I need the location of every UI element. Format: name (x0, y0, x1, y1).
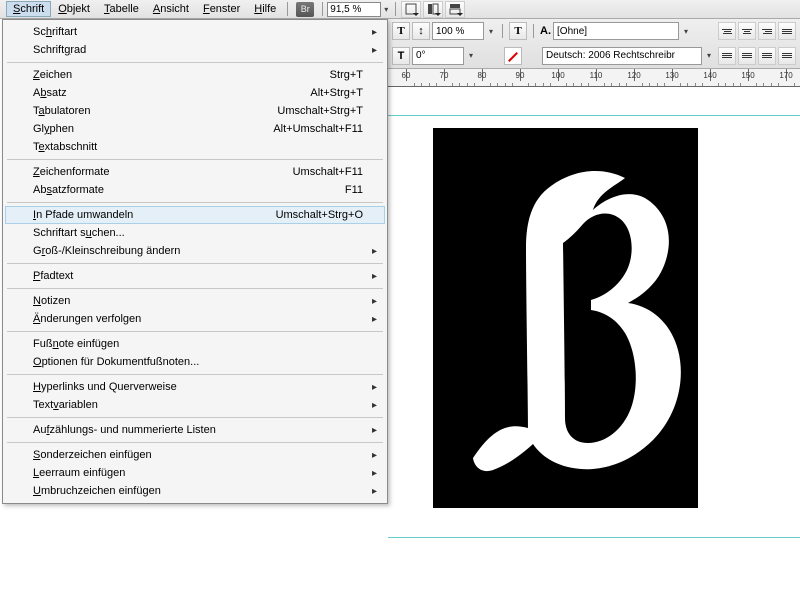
menu-item[interactable]: Änderungen verfolgen (5, 310, 385, 328)
control-panel: T ↕ ▾ T A. ▾ T ▾ ▾ (388, 19, 800, 69)
menu-item[interactable]: Aufzählungs- und nummerierte Listen (5, 421, 385, 439)
menu-item[interactable]: Schriftart (5, 23, 385, 41)
menu-hilfe[interactable]: Hilfe (247, 1, 283, 17)
menu-item[interactable]: Optionen für Dokumentfußnoten... (5, 353, 385, 371)
view-mode-1[interactable] (401, 1, 421, 18)
menu-item[interactable]: Notizen (5, 292, 385, 310)
justify-right-icon[interactable] (758, 47, 776, 65)
char-tool-icon[interactable]: T (509, 22, 527, 40)
no-fill-icon[interactable] (504, 47, 522, 65)
menu-item[interactable]: ZeichenformateUmschalt+F11 (5, 163, 385, 181)
menu-item[interactable]: ZeichenStrg+T (5, 66, 385, 84)
horizontal-ruler: 60708090100110120130140150170 (388, 69, 800, 87)
menu-item[interactable]: In Pfade umwandelnUmschalt+Strg+O (5, 206, 385, 224)
justify-full-icon[interactable] (778, 47, 796, 65)
align-left-icon[interactable] (718, 22, 736, 40)
menubar: Schrift Objekt Tabelle Ansicht Fenster H… (0, 0, 800, 19)
menu-item[interactable]: TabulatorenUmschalt+Strg+T (5, 102, 385, 120)
char-style-select[interactable] (553, 22, 679, 40)
menu-tabelle[interactable]: Tabelle (97, 1, 146, 17)
menu-item[interactable]: Fußnote einfügen (5, 335, 385, 353)
language-select[interactable] (542, 47, 702, 65)
dropdown-arrow-icon[interactable]: ▾ (486, 27, 496, 36)
align-center-icon[interactable] (738, 22, 756, 40)
zoom-control[interactable]: ▾ (327, 2, 391, 17)
menu-item[interactable]: Schriftgrad (5, 41, 385, 59)
document-canvas[interactable]: 60708090100110120130140150170 (388, 69, 800, 600)
align-justify-icon[interactable] (778, 22, 796, 40)
dropdown-arrow-icon[interactable]: ▾ (681, 27, 691, 36)
dropdown-arrow-icon[interactable]: ▾ (466, 51, 476, 60)
menu-ansicht[interactable]: Ansicht (146, 1, 196, 17)
menu-objekt[interactable]: Objekt (51, 1, 97, 17)
menu-item[interactable]: Umbruchzeichen einfügen (5, 482, 385, 500)
menu-fenster[interactable]: Fenster (196, 1, 247, 17)
schrift-dropdown: SchriftartSchriftgradZeichenStrg+TAbsatz… (2, 19, 388, 504)
menu-item[interactable]: Groß-/Kleinschreibung ändern (5, 242, 385, 260)
justify-left-icon[interactable] (718, 47, 736, 65)
guide-line (388, 115, 800, 116)
bridge-button[interactable]: Br (296, 2, 314, 17)
guide-line (388, 537, 800, 538)
blackletter-b (433, 128, 698, 508)
menu-item[interactable]: Sonderzeichen einfügen (5, 446, 385, 464)
menu-item[interactable]: Textvariablen (5, 396, 385, 414)
superscript-icon[interactable]: ↕ (412, 22, 430, 40)
align-right-icon[interactable] (758, 22, 776, 40)
justify-center-icon[interactable] (738, 47, 756, 65)
menu-item[interactable]: GlyphenAlt+Umschalt+F11 (5, 120, 385, 138)
view-mode-2[interactable] (423, 1, 443, 18)
text-frame[interactable] (433, 128, 698, 508)
char-style-label: A. (540, 25, 551, 37)
font-size-input[interactable] (432, 22, 484, 40)
menu-item[interactable]: Textabschnitt (5, 138, 385, 156)
dropdown-arrow-icon[interactable]: ▾ (704, 51, 714, 60)
menu-item[interactable]: AbsatzAlt+Strg+T (5, 84, 385, 102)
menu-item[interactable]: Leerraum einfügen (5, 464, 385, 482)
text-tool-icon[interactable]: T (392, 22, 410, 40)
rotate-tool-icon[interactable]: T (392, 47, 410, 65)
menu-item[interactable]: AbsatzformateF11 (5, 181, 385, 199)
view-mode-3[interactable] (445, 1, 465, 18)
menu-item[interactable]: Schriftart suchen... (5, 224, 385, 242)
menu-schrift[interactable]: Schrift (6, 1, 51, 17)
zoom-input[interactable] (327, 2, 381, 17)
menu-item[interactable]: Hyperlinks und Querverweise (5, 378, 385, 396)
menu-item[interactable]: Pfadtext (5, 267, 385, 285)
dropdown-arrow-icon[interactable]: ▾ (381, 5, 391, 14)
rotation-input[interactable] (412, 47, 464, 65)
